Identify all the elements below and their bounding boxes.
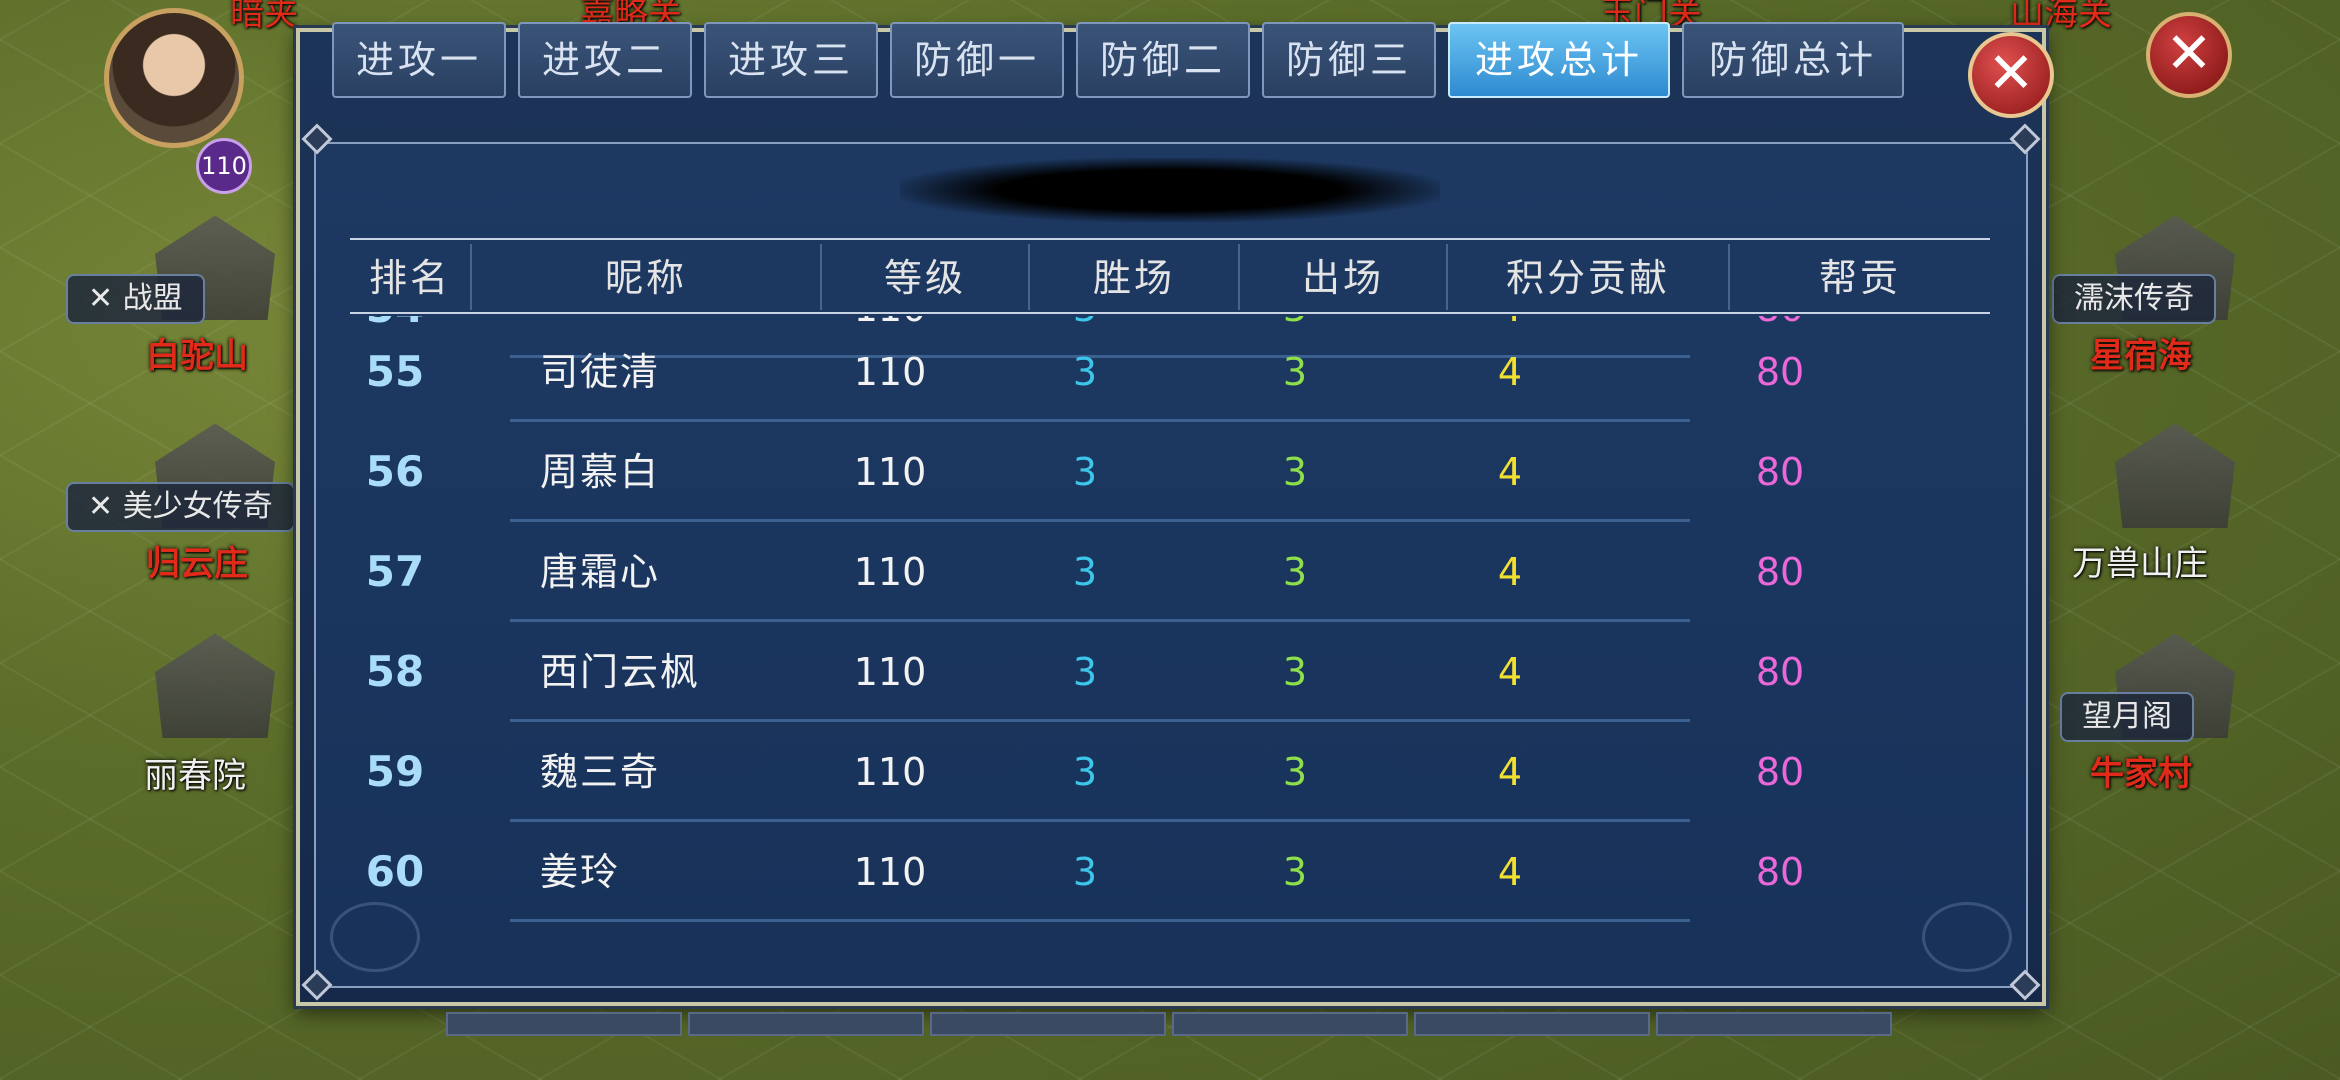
- footer-tab[interactable]: [1172, 1012, 1408, 1036]
- tab-defense-2[interactable]: 防御二: [1076, 22, 1250, 98]
- guild-contribution-cell: 80: [1755, 450, 1805, 494]
- guild-contribution-cell: 80: [1755, 750, 1805, 794]
- points-cell: 4: [1497, 750, 1523, 794]
- table-row[interactable]: 59 魏三奇 110 3 3 4 80: [350, 722, 1990, 822]
- played-cell: 3: [1282, 350, 1308, 394]
- tab-defense-total[interactable]: 防御总计: [1682, 22, 1904, 98]
- level-cell: 110: [853, 850, 927, 894]
- tab-attack-total[interactable]: 进攻总计: [1448, 22, 1670, 98]
- played-cell: 3: [1282, 450, 1308, 494]
- guild-contribution-cell: 80: [1755, 350, 1805, 394]
- rank-cell: 60: [365, 847, 425, 896]
- guild-contribution-cell: 80: [1755, 850, 1805, 894]
- ranking-list[interactable]: 54 110 3 3 4 80 55 司徒清 110 3 3 4 80 56 周…: [350, 316, 1990, 958]
- tab-defense-3[interactable]: 防御三: [1262, 22, 1436, 98]
- played-cell: 3: [1282, 750, 1308, 794]
- level-cell: 110: [853, 350, 927, 394]
- column-header-wins[interactable]: 胜场: [1030, 248, 1238, 308]
- level-cell: 110: [853, 450, 927, 494]
- map-close-button[interactable]: ✕: [2146, 12, 2232, 98]
- column-header-guild-contribution[interactable]: 帮贡: [1730, 248, 1990, 308]
- row-divider: [510, 919, 1690, 922]
- player-avatar[interactable]: [104, 8, 244, 148]
- tab-attack-3[interactable]: 进攻三: [704, 22, 878, 98]
- points-cell: 4: [1497, 550, 1523, 594]
- map-place-right[interactable]: 星宿海: [2090, 328, 2192, 377]
- player-level-badge: 110: [196, 138, 252, 194]
- header-divider: [350, 238, 1990, 240]
- column-header-played[interactable]: 出场: [1240, 248, 1446, 308]
- column-header-rank[interactable]: 排名: [350, 248, 470, 308]
- points-cell: 4: [1497, 650, 1523, 694]
- footer-tab[interactable]: [446, 1012, 682, 1036]
- column-header-level[interactable]: 等级: [822, 248, 1028, 308]
- table-row[interactable]: 60 姜玲 110 3 3 4 80: [350, 822, 1990, 922]
- column-header-name[interactable]: 昵称: [472, 248, 820, 308]
- level-cell: 110: [853, 550, 927, 594]
- panel-close-button[interactable]: ✕: [1968, 32, 2054, 118]
- points-cell: 4: [1497, 350, 1523, 394]
- map-banner-left[interactable]: ✕ 美少女传奇: [66, 482, 295, 532]
- rank-cell: 58: [365, 647, 425, 696]
- rank-cell: 55: [365, 347, 425, 396]
- map-banner-right[interactable]: 望月阁: [2060, 692, 2194, 742]
- guild-contribution-cell: 80: [1755, 650, 1805, 694]
- map-banner-label: 战盟: [122, 281, 183, 316]
- table-row[interactable]: 57 唐霜心 110 3 3 4 80: [350, 522, 1990, 622]
- close-icon: ✕: [2165, 21, 2213, 86]
- played-cell: 3: [1282, 650, 1308, 694]
- column-header-points[interactable]: 积分贡献: [1448, 248, 1728, 308]
- map-building[interactable]: [155, 633, 275, 738]
- map-place-right[interactable]: 万兽山庄: [2072, 536, 2208, 585]
- rank-cell: 57: [365, 547, 425, 596]
- map-place-left[interactable]: 白驼山: [146, 328, 248, 377]
- map-place-right[interactable]: 牛家村: [2090, 746, 2192, 795]
- table-row[interactable]: 56 周慕白 110 3 3 4 80: [350, 422, 1990, 522]
- level-cell: 110: [853, 650, 927, 694]
- close-icon: ✕: [1987, 41, 2035, 106]
- header-divider: [350, 312, 1990, 314]
- map-label-top: 暗夹: [230, 0, 298, 34]
- wins-cell: 3: [1072, 650, 1098, 694]
- tab-attack-1[interactable]: 进攻一: [332, 22, 506, 98]
- footer-tab[interactable]: [1414, 1012, 1650, 1036]
- map-banner-left[interactable]: ✕ 战盟: [66, 274, 205, 324]
- footer-tab[interactable]: [1656, 1012, 1892, 1036]
- map-place-left[interactable]: 丽春院: [144, 748, 246, 797]
- wins-cell: 3: [1072, 450, 1098, 494]
- footer-tab[interactable]: [930, 1012, 1166, 1036]
- guild-contribution-cell: 80: [1755, 550, 1805, 594]
- wins-cell: 3: [1072, 750, 1098, 794]
- table-row[interactable]: 55 司徒清 110 3 3 4 80: [350, 322, 1990, 422]
- map-banner-right[interactable]: 濡沫传奇: [2052, 274, 2216, 324]
- level-cell: 110: [853, 750, 927, 794]
- played-cell: 3: [1282, 850, 1308, 894]
- tab-attack-2[interactable]: 进攻二: [518, 22, 692, 98]
- map-place-left[interactable]: 归云庄: [146, 536, 248, 585]
- wins-cell: 3: [1072, 550, 1098, 594]
- map-banner-label: 美少女传奇: [122, 489, 273, 524]
- rank-cell: 56: [365, 447, 425, 496]
- rank-cell: 59: [365, 747, 425, 796]
- wins-cell: 3: [1072, 850, 1098, 894]
- table-row[interactable]: 58 西门云枫 110 3 3 4 80: [350, 622, 1990, 722]
- map-building[interactable]: [2115, 423, 2235, 528]
- panel-title-band: [900, 158, 1440, 222]
- wins-cell: 3: [1072, 350, 1098, 394]
- footer-tab[interactable]: [688, 1012, 924, 1036]
- tab-defense-1[interactable]: 防御一: [890, 22, 1064, 98]
- points-cell: 4: [1497, 450, 1523, 494]
- played-cell: 3: [1282, 550, 1308, 594]
- points-cell: 4: [1497, 850, 1523, 894]
